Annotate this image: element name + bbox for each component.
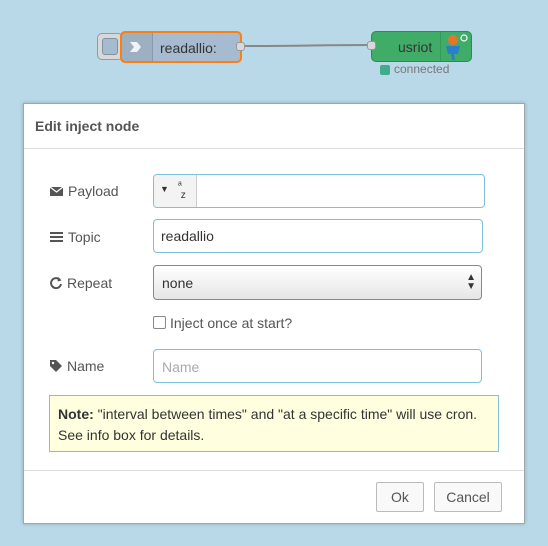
payload-label: Payload [49, 183, 119, 199]
repeat-label: Repeat [50, 275, 112, 291]
repeat-icon [50, 275, 67, 291]
edit-inject-dialog: Edit inject node Payload ▼ ᵃ z Topic rea… [23, 103, 525, 524]
inject-once-checkbox[interactable] [153, 316, 166, 329]
envelope-icon [49, 183, 68, 199]
tag-icon [50, 358, 67, 374]
name-label: Name [50, 358, 104, 374]
dialog-title: Edit inject node [24, 104, 524, 149]
cancel-button[interactable]: Cancel [434, 482, 502, 512]
usriot-node-label: usriot [398, 39, 433, 55]
usriot-input-port[interactable] [367, 41, 376, 50]
dialog-footer: Ok Cancel [24, 470, 524, 523]
caret-down-icon: ▼ [160, 184, 169, 194]
inject-output-port[interactable] [236, 42, 245, 51]
name-input[interactable] [160, 358, 474, 376]
ok-button[interactable]: Ok [376, 482, 424, 512]
usriot-node[interactable]: usriot [371, 31, 472, 62]
string-type-icon: ᵃ z [178, 180, 186, 201]
name-field[interactable] [153, 349, 482, 383]
note-box: Note: "interval between times" and "at a… [49, 395, 499, 452]
repeat-select[interactable]: none ▲ ▼ [153, 265, 482, 300]
topic-label: Topic [50, 229, 101, 245]
inject-node-label: readallio: [160, 40, 217, 56]
status-text: connected [394, 62, 450, 76]
status-indicator [380, 65, 390, 75]
inject-once-row[interactable]: Inject once at start? [153, 315, 292, 331]
arrow-in-icon [122, 33, 153, 61]
select-arrows-icon: ▲ ▼ [466, 272, 476, 292]
payload-type-selector[interactable]: ▼ ᵃ z [154, 175, 197, 207]
inject-node[interactable]: readallio: [120, 31, 242, 63]
tasks-icon [50, 229, 68, 245]
topic-input[interactable]: readallio [153, 219, 483, 253]
person-icon [440, 32, 471, 61]
payload-field[interactable]: ▼ ᵃ z [153, 174, 485, 208]
